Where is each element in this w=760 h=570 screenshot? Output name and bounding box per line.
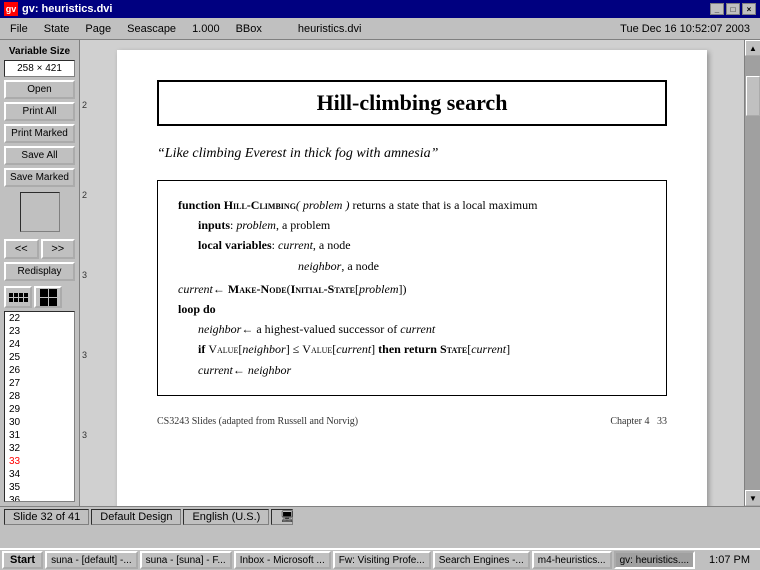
page-num-36[interactable]: 36 — [5, 494, 74, 502]
redisplay-button[interactable]: Redisplay — [4, 262, 75, 281]
taskbar-item-5[interactable]: m4-heuristics... — [532, 551, 612, 569]
taskbar-item-4[interactable]: Search Engines -... — [433, 551, 530, 569]
menu-seascape[interactable]: Seascape — [119, 19, 184, 39]
save-marked-button[interactable]: Save Marked — [4, 168, 75, 187]
page-number-list[interactable]: 2223242526272829303132333435363738394041… — [4, 311, 75, 502]
title-bar: gv gv: heuristics.dvi _ □ × — [0, 0, 760, 18]
page-num-28[interactable]: 28 — [5, 390, 74, 403]
taskbar-item-1[interactable]: suna - [suna] - F... — [140, 551, 232, 569]
algo-line-2: inputs: problem, a problem — [178, 216, 646, 235]
window-title: gv: heuristics.dvi — [22, 3, 710, 15]
filename-display: heuristics.dvi — [290, 19, 370, 39]
open-button[interactable]: Open — [4, 80, 75, 99]
scroll-track[interactable] — [745, 56, 760, 490]
algo-func-name: Hill-Climbing — [224, 198, 296, 212]
design-status: Default Design — [91, 509, 181, 525]
menu-page[interactable]: Page — [77, 19, 119, 39]
page-num-31[interactable]: 31 — [5, 429, 74, 442]
page-num-26[interactable]: 26 — [5, 364, 74, 377]
page-num-27[interactable]: 27 — [5, 377, 74, 390]
footer-chapter-page: Chapter 4 33 — [610, 416, 667, 427]
thumbnail-area — [4, 286, 75, 308]
extra-status: 🖥 — [271, 509, 293, 525]
thumb-large[interactable] — [34, 286, 62, 308]
scroll-up-button[interactable]: ▲ — [745, 40, 760, 56]
print-all-button[interactable]: Print All — [4, 102, 75, 121]
page-num-30[interactable]: 30 — [5, 416, 74, 429]
footer-left: CS3243 Slides (adapted from Russell and … — [157, 416, 358, 427]
size-display: 258 × 421 — [4, 60, 75, 77]
kw-inputs: inputs — [198, 218, 230, 232]
page-marker-5: 3 — [82, 430, 87, 440]
content-area: 2 2 3 3 3 Hill-climbing search “Like cli… — [80, 40, 744, 506]
algo-line-9: current← neighbor — [178, 361, 646, 380]
page-marker-3: 3 — [82, 270, 87, 280]
doc-footer: CS3243 Slides (adapted from Russell and … — [157, 416, 667, 427]
menu-bar: File State Page Seascape 1.000 BBox heur… — [0, 18, 760, 40]
page-marker-2: 2 — [82, 190, 87, 200]
page-num-24[interactable]: 24 — [5, 338, 74, 351]
datetime-display: Tue Dec 16 10:52:07 2003 — [620, 23, 758, 35]
algo-line-4: neighbor, a node — [178, 257, 646, 276]
page-num-25[interactable]: 25 — [5, 351, 74, 364]
taskbar-right: 1:07 PM — [705, 554, 758, 566]
page-marker-4: 3 — [82, 350, 87, 360]
sidebar: Variable Size 258 × 421 Open Print All P… — [0, 40, 80, 506]
print-marked-button[interactable]: Print Marked — [4, 124, 75, 143]
kw-function: function — [178, 198, 221, 212]
page-num-22[interactable]: 22 — [5, 312, 74, 325]
kw-loop: loop do — [178, 302, 216, 316]
kw-if: if — [198, 342, 205, 356]
page-num-33[interactable]: 33 — [5, 455, 74, 468]
taskbar-item-0[interactable]: suna - [default] -... — [45, 551, 138, 569]
page-num-32[interactable]: 32 — [5, 442, 74, 455]
algo-line-5: current← Make-Node(Initial-State[problem… — [178, 280, 646, 299]
page-marker-1: 2 — [82, 100, 87, 110]
variable-size-label: Variable Size — [4, 46, 75, 57]
algo-line-3: local variables: current, a node — [178, 236, 646, 255]
menu-zoom[interactable]: 1.000 — [184, 19, 228, 39]
right-scrollbar: ▲ ▼ — [744, 40, 760, 506]
algo-line-7: neighbor← a highest-valued successor of … — [178, 320, 646, 339]
page-num-35[interactable]: 35 — [5, 481, 74, 494]
kw-localvars: local variables — [198, 238, 272, 252]
thumb-small[interactable] — [4, 286, 32, 308]
algo-line-6: loop do — [178, 300, 646, 319]
algo-line-8: if Value[neighbor] ≤ Value[current] then… — [178, 340, 646, 359]
window-controls: _ □ × — [710, 3, 756, 15]
next-button[interactable]: >> — [41, 239, 76, 259]
taskbar: Start suna - [default] -... suna - [suna… — [0, 548, 760, 570]
page-num-29[interactable]: 29 — [5, 403, 74, 416]
taskbar-item-3[interactable]: Fw: Visiting Profe... — [333, 551, 431, 569]
doc-quote: “Like climbing Everest in thick fog with… — [157, 146, 667, 162]
taskbar-item-2[interactable]: Inbox - Microsoft ... — [234, 551, 331, 569]
taskbar-item-6[interactable]: gv: heuristics.... — [614, 551, 695, 569]
status-bar: Slide 32 of 41 Default Design English (U… — [0, 506, 760, 526]
algo-line-1: function Hill-Climbing( problem ) return… — [178, 196, 646, 215]
scroll-down-button[interactable]: ▼ — [745, 490, 760, 506]
save-all-button[interactable]: Save All — [4, 146, 75, 165]
minimize-button[interactable]: _ — [710, 3, 724, 15]
main-area: Variable Size 258 × 421 Open Print All P… — [0, 40, 760, 506]
app-icon: gv — [4, 2, 18, 16]
prev-button[interactable]: << — [4, 239, 39, 259]
menu-bbox[interactable]: BBox — [228, 19, 270, 39]
nav-buttons: << >> — [4, 239, 75, 259]
close-button[interactable]: × — [742, 3, 756, 15]
algorithm-box: function Hill-Climbing( problem ) return… — [157, 180, 667, 396]
page-markers: 2 2 3 3 3 — [80, 40, 98, 506]
scroll-thumb[interactable] — [746, 76, 760, 116]
menu-file[interactable]: File — [2, 19, 36, 39]
page-num-23[interactable]: 23 — [5, 325, 74, 338]
document-page: Hill-climbing search “Like climbing Ever… — [117, 50, 707, 506]
doc-title-box: Hill-climbing search — [157, 80, 667, 126]
clock: 1:07 PM — [705, 554, 754, 566]
language-status: English (U.S.) — [183, 509, 269, 525]
start-button[interactable]: Start — [2, 551, 43, 569]
maximize-button[interactable]: □ — [726, 3, 740, 15]
slide-status: Slide 32 of 41 — [4, 509, 89, 525]
page-num-34[interactable]: 34 — [5, 468, 74, 481]
doc-title: Hill-climbing search — [317, 90, 508, 115]
menu-state[interactable]: State — [36, 19, 78, 39]
